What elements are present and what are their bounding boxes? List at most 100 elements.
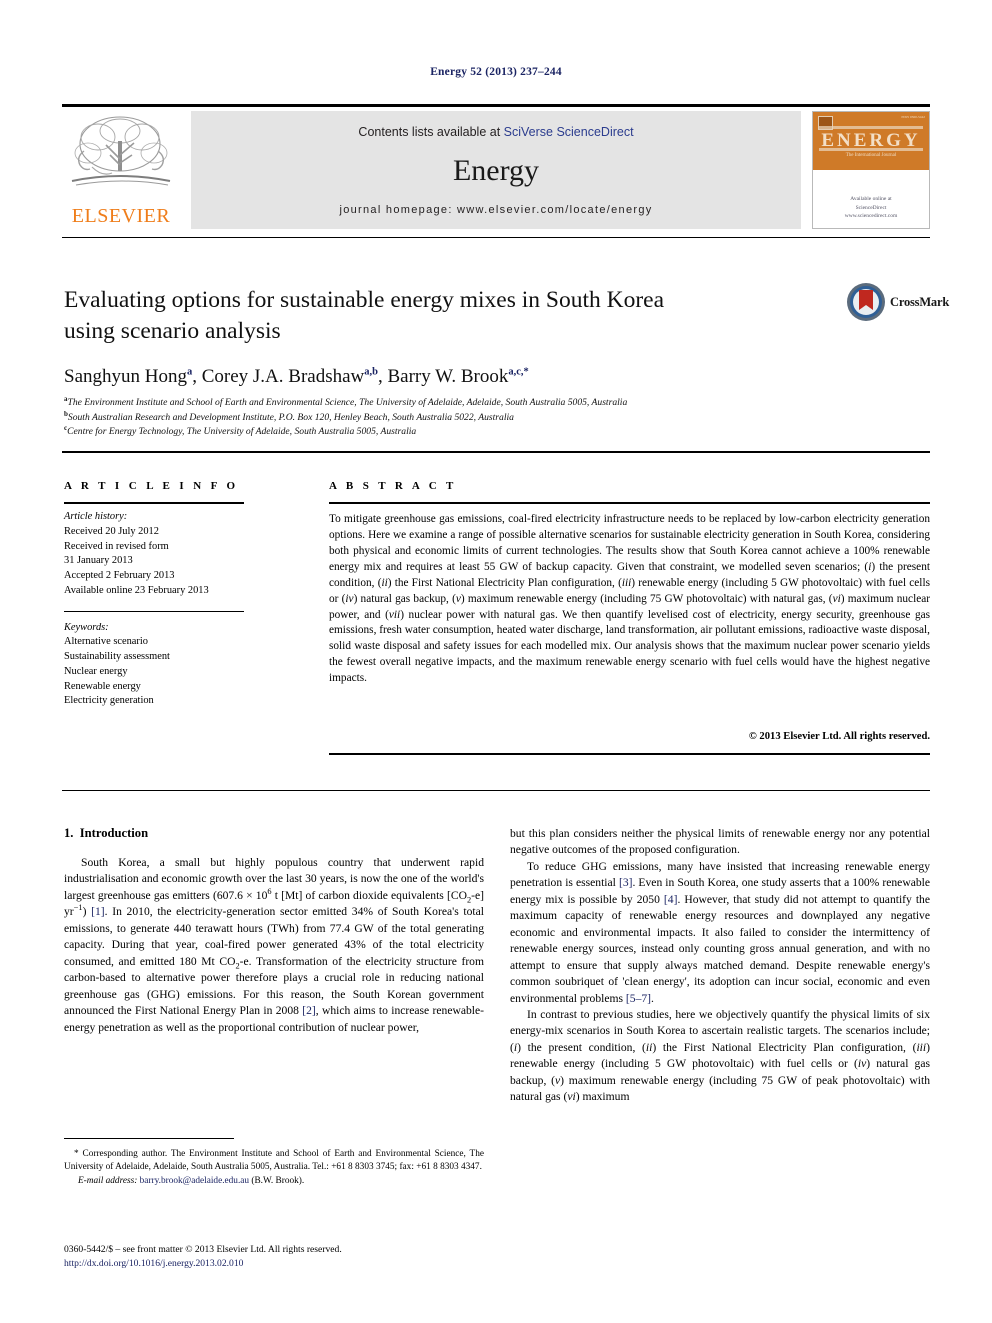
author-2-name: Corey J.A. Bradshaw <box>201 366 365 387</box>
affiliation-b: bSouth Australian Research and Developme… <box>64 410 924 426</box>
author-list: Sanghyun Honga, Corey J.A. Bradshawa,b, … <box>64 366 884 388</box>
title-line-2: using scenario analysis <box>64 318 281 345</box>
abstract-part-8: ) nuclear power with natural gas. We the… <box>329 608 930 685</box>
author-2-marks: a,b <box>364 366 378 378</box>
abstract-roman-4: iv <box>345 592 354 605</box>
crossmark-badge[interactable]: CrossMark <box>846 282 949 322</box>
author-1: Sanghyun Honga <box>64 366 192 387</box>
elsevier-logo: ELSEVIER <box>62 111 180 229</box>
abstract-part-1: To mitigate greenhouse gas emissions, co… <box>329 513 930 573</box>
cover-microtext-bottom <box>819 148 923 151</box>
paragraph-intro-3: In contrast to previous studies, here we… <box>510 1007 930 1106</box>
history-item: Received 20 July 2012 <box>64 525 159 537</box>
abstract-roman-6: vi <box>832 592 841 605</box>
keyword-item: Sustainability assessment <box>64 651 170 663</box>
author-1-name: Sanghyun Hong <box>64 366 187 387</box>
citation-4[interactable]: [4] <box>664 893 678 906</box>
sciencedirect-link[interactable]: SciVerse ScienceDirect <box>504 125 634 139</box>
keyword-item: Alternative scenario <box>64 636 148 648</box>
journal-cover-thumbnail: ISSN 0360-5442 ENERGY The International … <box>812 111 930 229</box>
p2-d: . <box>651 991 654 1005</box>
contents-available-line: Contents lists available at SciVerse Sci… <box>191 125 801 139</box>
section-title: Introduction <box>79 826 149 840</box>
abstract-rule <box>329 502 930 504</box>
history-item: Received in revised form <box>64 540 169 552</box>
history-item: Available online 23 February 2013 <box>64 584 209 596</box>
corresponding-author-footnote: * Corresponding author. The Environment … <box>64 1148 484 1188</box>
p3-c: ) the First National Electricity Plan co… <box>652 1040 917 1054</box>
paragraph-intro-cont: but this plan considers neither the phys… <box>510 827 930 857</box>
body-column-right: but this plan considers neither the phys… <box>510 826 930 1106</box>
section-number: 1. <box>64 826 74 840</box>
citation-1[interactable]: [1] <box>91 905 105 918</box>
article-info-column: Article history: Received 20 July 2012 R… <box>64 510 264 709</box>
abstract-part-3: ) the First National Electricity Plan co… <box>387 576 622 589</box>
author-2: Corey J.A. Bradshawa,b <box>202 366 378 387</box>
paper-page: Energy 52 (2013) 237–244 ELSEVIER Conten… <box>0 0 992 1323</box>
contents-prefix: Contents lists available at <box>358 125 504 139</box>
p3-g: ) maximum <box>575 1090 630 1104</box>
masthead-center-panel: Contents lists available at SciVerse Sci… <box>191 111 801 229</box>
abstract-bottom-rule <box>329 753 930 755</box>
author-3-marks: a,c,* <box>508 366 529 378</box>
history-item: Accepted 2 February 2013 <box>64 570 175 582</box>
p3-roman-6: vi <box>567 1090 576 1104</box>
abstract-heading: A B S T R A C T <box>329 480 457 492</box>
affiliation-list: aThe Environment Institute and School of… <box>64 395 924 440</box>
email-label: E-mail address: <box>78 1175 138 1186</box>
p3-roman-4: iv <box>857 1057 867 1071</box>
affiliation-c-text: Centre for Energy Technology, The Univer… <box>67 426 417 438</box>
article-info-heading: A R T I C L E I N F O <box>64 480 239 492</box>
author-3: Barry W. Brooka,c,* <box>387 366 528 387</box>
paragraph-intro-2: To reduce GHG emissions, many have insis… <box>510 859 930 1007</box>
corresponding-author-note: * Corresponding author. The Environment … <box>64 1148 484 1175</box>
affiliation-a: aThe Environment Institute and School of… <box>64 395 924 411</box>
keyword-item: Electricity generation <box>64 695 154 707</box>
cover-microtext-top <box>819 126 923 129</box>
masthead-bottom-rule <box>62 237 930 238</box>
cover-footer-line1: Available online at <box>850 196 892 203</box>
affiliation-b-text: South Australian Research and Developmen… <box>67 411 514 423</box>
journal-title: Energy <box>452 154 540 187</box>
email-suffix: (B.W. Brook). <box>249 1175 305 1186</box>
citation-2[interactable]: [2] <box>302 1004 316 1017</box>
abstract-text: To mitigate greenhouse gas emissions, co… <box>329 512 930 687</box>
section-heading-introduction: 1. Introduction <box>64 826 148 841</box>
running-head: Energy 52 (2013) 237–244 <box>430 66 562 78</box>
cover-footer-line2: ScienceDirect <box>855 204 887 211</box>
keywords-label: Keywords: <box>64 621 109 633</box>
p1-b: t [Mt] of carbon dioxide equivalents [CO <box>271 888 467 902</box>
page-footer: 0360-5442/$ – see front matter © 2013 El… <box>64 1243 584 1272</box>
header-separator-rule <box>62 790 930 791</box>
citation-3[interactable]: [3] <box>619 876 633 889</box>
crossmark-label: CrossMark <box>890 295 950 309</box>
copyright-line: © 2013 Elsevier Ltd. All rights reserved… <box>748 731 930 742</box>
affiliation-a-text: The Environment Institute and School of … <box>67 397 628 408</box>
elsevier-tree-icon <box>71 116 171 186</box>
abstract-part-6: ) maximum renewable energy (including 75… <box>460 592 833 605</box>
email-link[interactable]: barry.brook@adelaide.edu.au <box>140 1176 249 1186</box>
issn-copyright-line: 0360-5442/$ – see front matter © 2013 El… <box>64 1244 342 1255</box>
article-history-label: Article history: <box>64 511 128 522</box>
keyword-item: Nuclear energy <box>64 665 128 677</box>
author-sep-1: , <box>192 366 202 387</box>
citation-5-7[interactable]: [5–7] <box>626 992 651 1005</box>
p1-d: ) <box>82 905 92 919</box>
abstract-part-5: ) natural gas backup, ( <box>353 592 456 605</box>
article-info-rule <box>64 502 244 504</box>
email-note: E-mail address: barry.brook@adelaide.edu… <box>64 1175 484 1188</box>
page-title: Evaluating options for sustainable energ… <box>64 285 764 348</box>
doi-link[interactable]: http://dx.doi.org/10.1016/j.energy.2013.… <box>64 1257 584 1271</box>
p3-roman-3: iii <box>916 1040 927 1054</box>
elsevier-wordmark: ELSEVIER <box>71 205 171 227</box>
corresponding-text: Corresponding author. The Environment In… <box>64 1149 484 1173</box>
info-top-rule <box>62 451 930 453</box>
author-3-name: Barry W. Brook <box>387 366 509 387</box>
crossmark-icon[interactable] <box>846 282 886 322</box>
history-item: 31 January 2013 <box>64 555 133 567</box>
journal-homepage-line[interactable]: journal homepage: www.elsevier.com/locat… <box>191 204 801 216</box>
cover-subtitle: The International Journal <box>845 153 897 158</box>
p2-c: . However, that study did not attempt to… <box>510 892 931 1005</box>
p1-sup-minus1: −1 <box>73 903 83 913</box>
footnote-divider <box>64 1138 234 1139</box>
